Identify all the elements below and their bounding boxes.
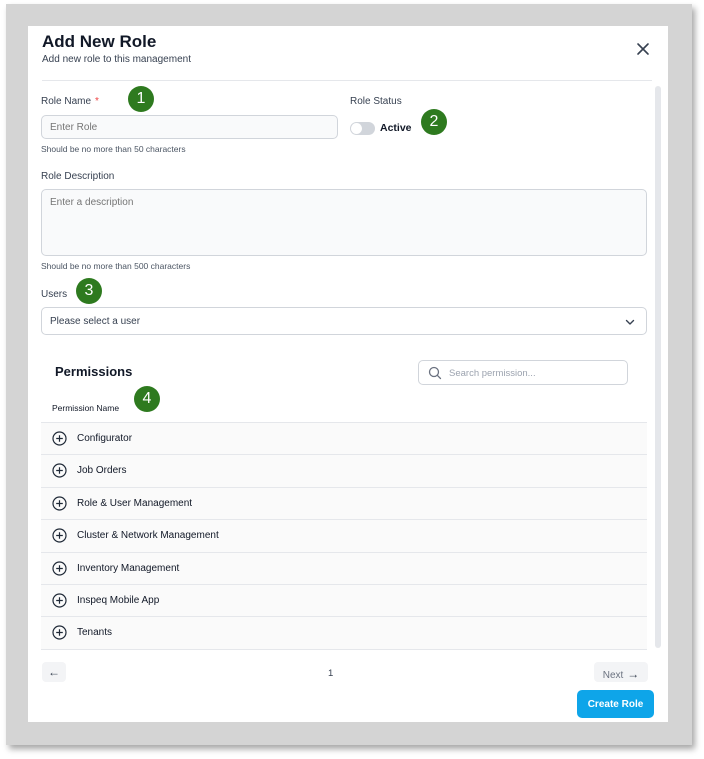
pagination-current-page: 1 xyxy=(328,668,334,679)
search-icon xyxy=(428,366,442,380)
permission-row[interactable]: Job Orders xyxy=(41,455,647,488)
modal-title: Add New Role xyxy=(42,32,157,51)
plus-circle-icon[interactable] xyxy=(52,625,67,640)
permission-row[interactable]: Configurator xyxy=(41,423,647,456)
permission-row-label: Role & User Management xyxy=(77,497,193,509)
permission-row[interactable]: Tenants xyxy=(41,617,647,650)
callout-badge-4: 4 xyxy=(134,386,160,412)
plus-circle-icon[interactable] xyxy=(52,593,67,608)
create-role-button[interactable]: Create Role xyxy=(577,690,654,718)
callout-badge-3: 3 xyxy=(76,278,102,304)
role-description-hint: Should be no more than 500 characters xyxy=(41,261,191,271)
permission-row[interactable]: Inventory Management xyxy=(41,552,647,585)
role-status-toggle[interactable] xyxy=(350,122,375,135)
role-name-label: Role Name * xyxy=(41,96,99,107)
pagination-prev-button[interactable]: ← xyxy=(42,662,66,682)
permission-search-input[interactable] xyxy=(449,365,619,381)
permission-search[interactable] xyxy=(418,360,628,385)
permission-name-column-header: Permission Name xyxy=(52,403,120,413)
permission-row-label: Inventory Management xyxy=(77,562,180,574)
modal-scrollbar[interactable] xyxy=(655,86,661,648)
callout-badge-1: 1 xyxy=(128,86,154,112)
role-status-toggle-label: Active xyxy=(380,122,412,134)
permission-row-label: Configurator xyxy=(77,433,133,444)
permission-row[interactable]: Role & User Management xyxy=(41,487,647,521)
role-description-textarea[interactable] xyxy=(41,189,647,256)
permission-row[interactable]: Inspeq Mobile App xyxy=(41,584,647,618)
plus-circle-icon[interactable] xyxy=(52,560,67,576)
plus-circle-icon[interactable] xyxy=(52,496,67,511)
role-name-input[interactable] xyxy=(41,115,338,139)
permission-list: Configurator Job Orders Role & User Mana… xyxy=(41,422,647,650)
permission-row-label: Cluster & Network Management xyxy=(77,530,219,542)
chevron-down-icon xyxy=(625,319,635,325)
plus-circle-icon[interactable] xyxy=(52,463,67,478)
plus-circle-icon[interactable] xyxy=(52,528,67,543)
role-status-label: Role Status xyxy=(350,96,402,107)
permissions-title: Permissions xyxy=(55,364,133,379)
users-select[interactable]: Please select a user xyxy=(41,307,647,335)
users-select-value: Please select a user xyxy=(50,316,141,327)
required-mark: * xyxy=(95,96,99,107)
permission-row[interactable]: Cluster & Network Management xyxy=(41,520,647,553)
add-role-modal: Add New Role Add new role to this manage… xyxy=(28,26,668,722)
header-divider xyxy=(42,80,652,81)
pagination-next-label: Next xyxy=(602,670,624,681)
callout-badge-2: 2 xyxy=(421,109,447,135)
modal-subtitle: Add new role to this management xyxy=(42,54,191,65)
permission-row-label: Tenants xyxy=(77,627,113,639)
plus-circle-icon[interactable] xyxy=(52,431,67,446)
arrow-right-icon: → xyxy=(627,667,640,681)
close-icon[interactable] xyxy=(634,40,652,58)
users-label: Users xyxy=(41,289,68,300)
role-description-label: Role Description xyxy=(41,171,115,182)
role-name-hint: Should be no more than 50 characters xyxy=(41,144,186,154)
permission-row-label: Job Orders xyxy=(77,465,127,477)
toggle-knob xyxy=(351,123,362,134)
pagination-next-button[interactable]: Next → xyxy=(594,662,648,682)
permission-row-label: Inspeq Mobile App xyxy=(77,594,160,606)
